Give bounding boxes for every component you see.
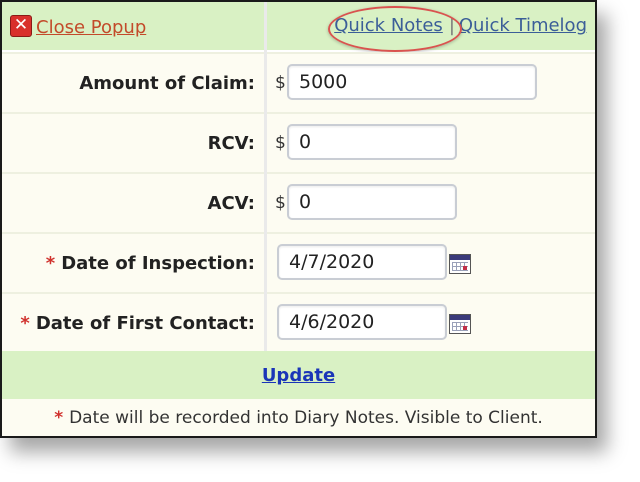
close-popup-link[interactable]: Close Popup <box>36 17 146 38</box>
rcv-row: RCV: $ 0 <box>2 112 595 172</box>
amount-of-claim-label: Amount of Claim: <box>79 72 255 94</box>
acv-label: ACV: <box>207 192 255 214</box>
update-button[interactable]: Update <box>2 351 595 399</box>
required-marker: * <box>54 407 64 428</box>
calendar-icon[interactable] <box>449 314 471 334</box>
rcv-label: RCV: <box>207 132 255 154</box>
required-marker: * <box>20 312 30 334</box>
popup-header: ✕ Close Popup Quick Notes | Quick Timelog <box>2 2 595 52</box>
date-of-inspection-input[interactable]: 4/7/2020 <box>277 244 447 280</box>
acv-row: ACV: $ 0 <box>2 172 595 232</box>
amount-currency-symbol: $ <box>275 73 286 93</box>
date-of-inspection-label-text: Date of Inspection: <box>61 252 255 274</box>
footer-note: * Date will be recorded into Diary Notes… <box>2 399 595 436</box>
calendar-icon[interactable] <box>449 254 471 274</box>
acv-input[interactable]: 0 <box>287 184 457 220</box>
update-row: Update <box>2 351 595 399</box>
date-of-first-contact-input[interactable]: 4/6/2020 <box>277 304 447 340</box>
close-popup-control[interactable]: ✕ Close Popup <box>10 13 146 38</box>
rcv-currency-symbol: $ <box>275 133 286 153</box>
date-of-first-contact-label-text: Date of First Contact: <box>35 312 255 334</box>
column-divider <box>264 2 267 351</box>
close-icon[interactable]: ✕ <box>10 14 32 37</box>
footer-note-text: Date will be recorded into Diary Notes. … <box>69 407 543 428</box>
acv-currency-symbol: $ <box>275 193 286 213</box>
date-of-first-contact-row: * Date of First Contact: 4/6/2020 <box>2 292 595 352</box>
rcv-input[interactable]: 0 <box>287 124 457 160</box>
amount-of-claim-input[interactable]: 5000 <box>287 64 537 100</box>
quick-notes-highlight-ring <box>328 6 462 52</box>
date-of-inspection-row: * Date of Inspection: 4/7/2020 <box>2 232 595 292</box>
amount-of-claim-row: Amount of Claim: $ 5000 <box>2 52 595 112</box>
date-of-first-contact-label: * Date of First Contact: <box>20 294 255 352</box>
date-of-inspection-label: * Date of Inspection: <box>46 234 255 292</box>
required-marker: * <box>45 252 56 274</box>
claim-popup: ✕ Close Popup Quick Notes | Quick Timelog … <box>0 0 597 438</box>
quick-timelog-link[interactable]: Quick Timelog <box>459 15 587 36</box>
footer-note-row: * Date will be recorded into Diary Notes… <box>2 399 595 436</box>
